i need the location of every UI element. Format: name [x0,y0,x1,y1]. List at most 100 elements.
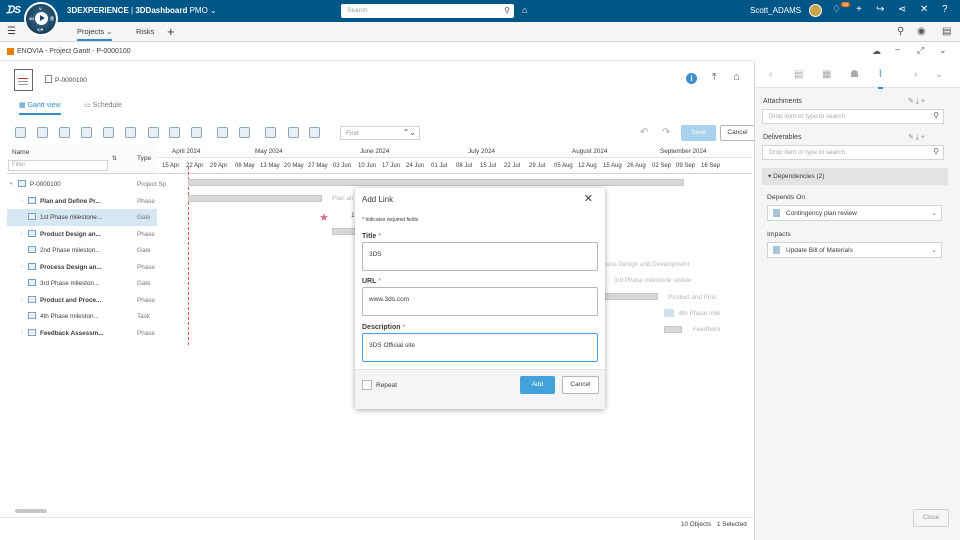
task-marker[interactable] [664,309,674,317]
chat-icon[interactable]: ▤ [942,26,951,37]
add-button[interactable]: Add [520,376,555,394]
widget-menu-icon[interactable]: ⌄ [939,45,947,56]
close-icon[interactable]: ✕ [584,192,593,205]
document-icon[interactable]: ▤ [794,69,803,80]
collapse-icon[interactable]: ▾ [10,181,13,187]
milestone-star-icon[interactable]: ★ [319,211,329,224]
impacts-item[interactable]: Update Bill of Materials ⌄ [767,242,942,258]
table-row[interactable]: › Plan and Define Pr... Phase [7,193,157,210]
zoom-out-icon[interactable] [81,127,92,138]
zoom-icon[interactable]: ⚲ [897,26,904,37]
link-tasks-icon[interactable] [217,127,228,138]
description-field[interactable]: 3DS Official site [362,333,598,362]
baseline-icon[interactable] [191,127,202,138]
collapse-icon[interactable]: ⤒ [712,72,716,83]
dependencies-header[interactable]: ▾ Dependencies (2) [762,168,948,185]
chevron-left-icon[interactable]: ‹ [769,69,772,80]
tab-gantt-view[interactable]: ▦ Gantt view [19,101,61,115]
expand-icon[interactable]: › [21,264,23,270]
table-row[interactable]: 2nd Phase mileston... Gate [7,242,157,259]
column-type[interactable]: Type [137,155,151,162]
indent-icon[interactable] [103,127,114,138]
expand-icon[interactable]: › [21,297,23,303]
table-row[interactable]: 4th Phase mileston... Task [7,308,157,325]
search-input[interactable]: Search ⚲ [341,4,514,18]
table-row[interactable]: › Process Design an... Phase [7,259,157,276]
tab-risks[interactable]: Risks [136,27,154,36]
table-row[interactable]: 1st Phase milestone... Gate [7,209,157,226]
table-row[interactable]: 3rd Phase mileston... Gate [7,275,157,292]
critical-path-icon[interactable] [169,127,180,138]
expand-icon[interactable]: › [21,231,23,237]
find-nav-icon[interactable]: ⌃⌄ [403,128,416,137]
expand-icon[interactable]: › [21,198,23,204]
add-icon[interactable]: + [856,4,862,15]
notifications-icon[interactable]: ♢ [832,4,841,15]
search-icon[interactable]: ⚲ [933,147,939,156]
ds-logo-icon[interactable]: ᗪS [6,5,21,16]
calendar-icon[interactable]: ▦ [822,69,831,80]
fit-icon[interactable] [37,127,48,138]
url-field[interactable]: www.3ds.com [362,287,598,316]
maximize-icon[interactable]: ⤢ [917,45,924,56]
depends-on-item[interactable]: Contingency plan review ⌄ [767,205,942,221]
share-icon[interactable]: ↪ [876,4,884,15]
filter-icon[interactable] [309,127,320,138]
settings-icon[interactable] [265,127,276,138]
filter-tasks-icon[interactable] [148,127,159,138]
tools-icon[interactable]: ✕ [920,4,928,15]
attachment-actions-icon[interactable]: ✎ ⤓ + [908,97,925,106]
chevron-down-icon[interactable]: ⌄ [931,209,937,217]
deliverables-search[interactable]: Drop item or type to search ⚲ [762,145,944,160]
close-button[interactable]: Close [913,509,949,527]
print-icon[interactable] [288,127,299,138]
play-icon[interactable] [35,12,48,25]
chevron-down-icon[interactable]: ⌄ [931,246,937,254]
find-input[interactable]: Find ⌃⌄ [340,126,420,140]
cloud-icon[interactable]: ☁ [872,46,881,57]
repeat-checkbox[interactable] [362,380,372,390]
undo-icon[interactable]: ↶ [640,127,648,138]
avatar[interactable] [809,4,822,17]
table-row[interactable]: › Product and Proce... Phase [7,292,157,309]
compass-icon[interactable]: 3D V Ⓡ V,R [24,2,58,36]
table-row[interactable]: ▾ P-0000100 Project Sp [7,176,166,193]
cancel-button[interactable]: Cancel [720,125,755,141]
app-title[interactable]: 3DEXPERIENCE | 3DDashboard PMO ⌄ [67,6,217,15]
team-icon[interactable]: ☗ [850,69,859,80]
outdent-icon[interactable] [125,127,136,138]
paperclip-icon[interactable]: ⌇ [878,69,883,89]
chevron-down-icon[interactable]: ⌄ [210,6,217,15]
tag-icon[interactable]: ⌂ [522,5,527,15]
network-icon[interactable]: ⋖ [898,4,906,15]
phase-bar[interactable] [664,326,682,333]
add-tab-icon[interactable]: + [167,24,175,39]
columns-icon[interactable] [239,127,250,138]
tab-projects[interactable]: Projects ⌄ [77,27,113,41]
dialog-cancel-button[interactable]: Cancel [562,376,599,394]
menu-icon[interactable]: ☰ [7,26,16,37]
phase-bar[interactable] [604,293,658,300]
save-button[interactable]: Save [681,125,716,141]
tab-schedule[interactable]: ▭ Schedule [84,101,122,109]
home-icon[interactable]: ⌂ [733,71,740,83]
minimize-icon[interactable]: – [895,44,900,54]
table-row[interactable]: › Feedback Assessm... Phase [7,325,157,342]
chevron-right-icon[interactable]: › [914,69,917,80]
redo-icon[interactable]: ↷ [662,127,670,138]
project-bar[interactable] [188,179,684,186]
attachments-search[interactable]: Drop item or type to search ⚲ [762,109,944,124]
help-icon[interactable]: ? [942,4,948,15]
chevron-down-icon[interactable]: ⌄ [935,69,943,80]
title-field[interactable]: 3DS [362,242,598,271]
search-icon[interactable]: ⚲ [933,111,939,120]
phase-bar[interactable] [188,195,322,202]
expand-icon[interactable]: › [21,330,23,336]
info-icon[interactable]: i [686,73,697,84]
horizontal-scrollbar[interactable] [15,509,47,513]
sort-icon[interactable]: ⇅ [112,155,117,162]
table-row[interactable]: › Product Design an... Phase [7,226,157,243]
search-icon[interactable]: ⚲ [504,6,510,15]
eye-icon[interactable]: ◉ [917,26,926,37]
user-name[interactable]: Scott_ADAMS [750,6,801,15]
